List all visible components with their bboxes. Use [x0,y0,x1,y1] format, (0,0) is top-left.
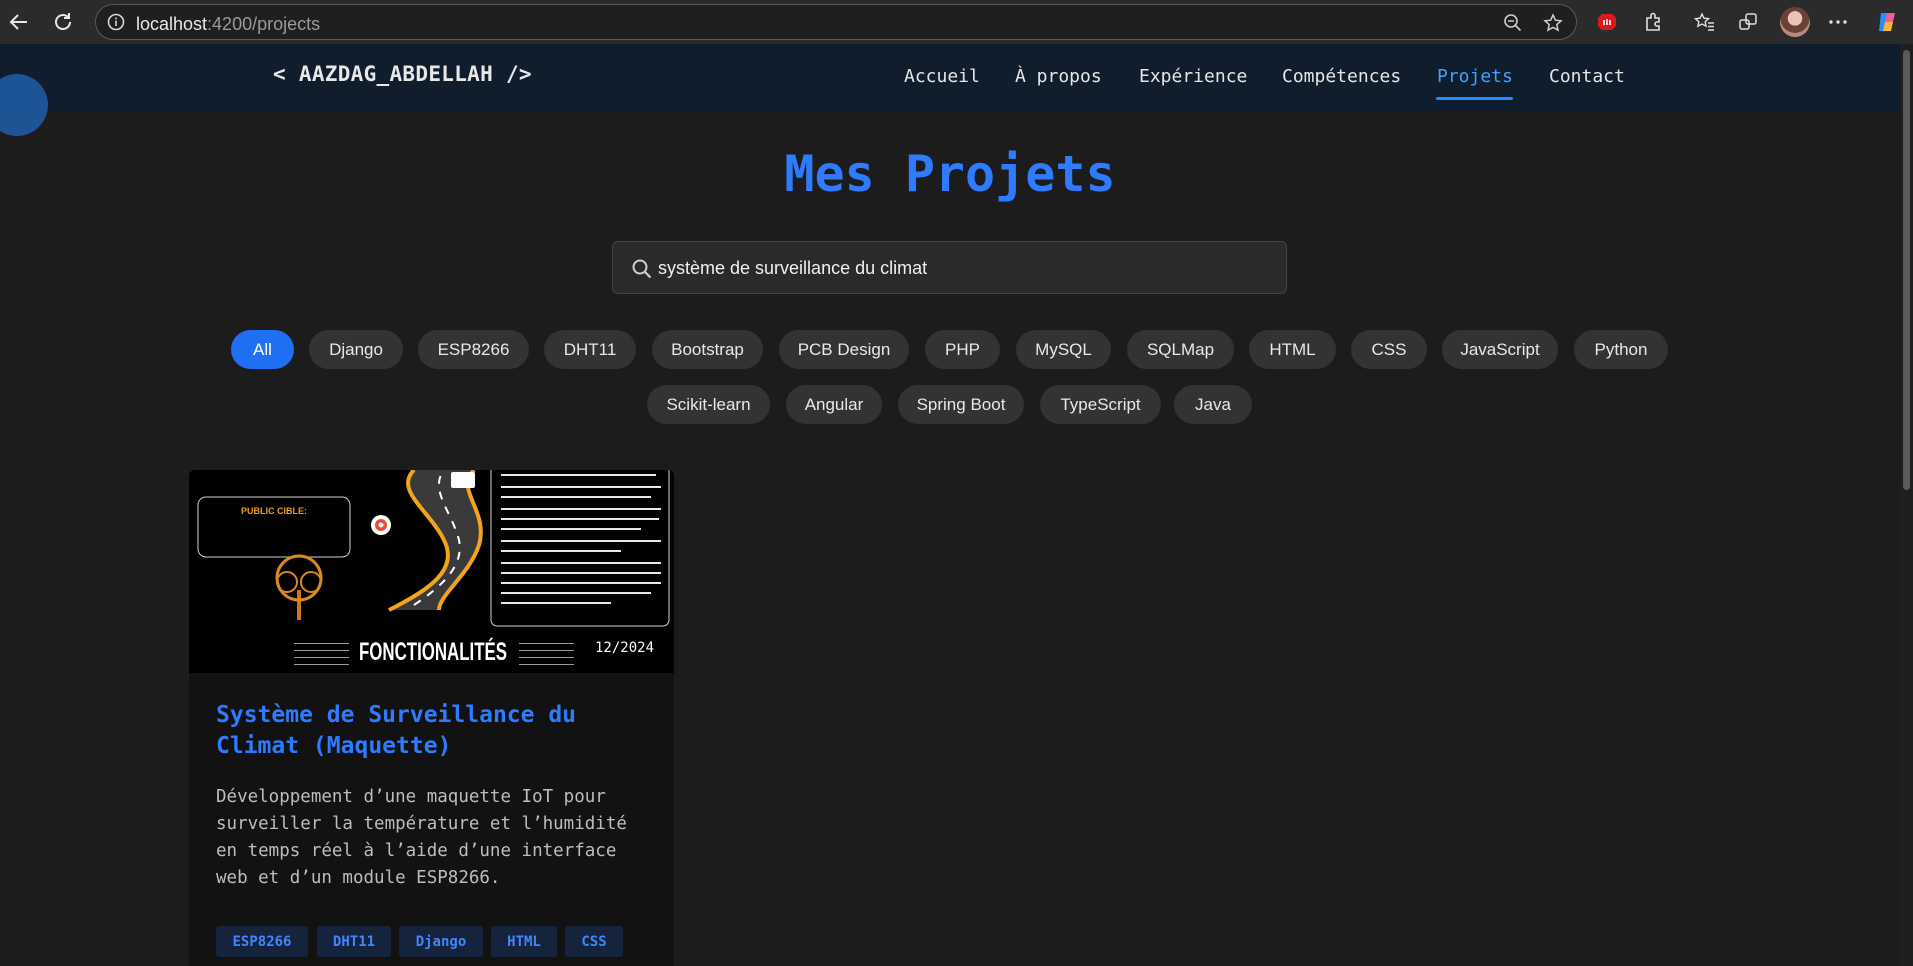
project-tag-django: Django [399,926,483,957]
image-date-label: 12/2024 [595,640,654,656]
filter-chip-mysql[interactable]: MySQL [1016,330,1111,369]
filter-chip-java[interactable]: Java [1174,385,1252,424]
nav-accueil[interactable]: Accueil [904,66,980,87]
nav-competences[interactable]: Compétences [1282,66,1401,87]
project-description: Développement d’une maquette IoT pour su… [216,787,627,888]
project-tag-dht11: DHT11 [317,926,391,957]
zoom-out-icon[interactable] [1502,12,1524,34]
site-logo[interactable]: < AAZDAG_ABDELLAH /> [273,62,532,86]
filter-chip-typescript[interactable]: TypeScript [1040,385,1161,424]
project-tag-css: CSS [565,926,623,957]
nav-a-propos[interactable]: À propos [1015,66,1102,87]
filter-chip-php[interactable]: PHP [925,330,1000,369]
back-icon[interactable] [5,8,33,36]
extensions-puzzle-icon[interactable] [1640,9,1666,35]
filter-chip-django[interactable]: Django [309,330,403,369]
search-input[interactable] [658,246,1268,290]
search-icon [631,258,653,280]
address-bar[interactable]: localhost:4200/projects [95,4,1577,40]
project-image-graphic: PUBLIC CIBLE: FONCTIONALITÉS 12/2024 [189,470,674,673]
favorite-star-icon[interactable] [1542,12,1564,34]
filter-chip-dht11[interactable]: DHT11 [544,330,636,369]
url-text: localhost:4200/projects [136,14,320,35]
site-info-icon[interactable] [106,12,126,32]
url-path: :4200/projects [207,14,321,34]
filter-chip-html[interactable]: HTML [1249,330,1336,369]
filter-chip-sqlmap[interactable]: SQLMap [1127,330,1234,369]
nav-projets[interactable]: Projets [1437,66,1513,87]
nav-experience[interactable]: Expérience [1139,66,1247,87]
filter-chip-esp8266[interactable]: ESP8266 [418,330,529,369]
project-title[interactable]: Système de Surveillance du Climat (Maque… [216,700,646,762]
project-tag-esp8266: ESP8266 [216,926,308,957]
scrollbar-thumb[interactable] [1903,50,1910,490]
decorative-blob [0,74,48,136]
project-card[interactable]: PUBLIC CIBLE: FONCTIONALITÉS 12/2024 Sys… [189,470,674,966]
url-host: localhost [136,14,208,34]
active-nav-indicator [1436,97,1513,100]
favorites-list-icon[interactable] [1692,9,1718,35]
nav-contact[interactable]: Contact [1549,66,1625,87]
filter-chip-bootstrap[interactable]: Bootstrap [652,330,763,369]
image-public-label: PUBLIC CIBLE: [241,506,307,516]
filter-chip-python[interactable]: Python [1574,330,1668,369]
filter-chip-scikit-learn[interactable]: Scikit-learn [647,385,770,424]
filter-chip-all[interactable]: All [231,330,294,369]
more-menu-icon[interactable] [1825,9,1851,35]
project-image: PUBLIC CIBLE: FONCTIONALITÉS 12/2024 [189,470,674,673]
project-tag-html: HTML [491,926,557,957]
search-box[interactable] [612,241,1287,294]
extension-adblock-icon[interactable] [1594,9,1620,35]
copilot-icon[interactable] [1874,9,1900,35]
page-scrollbar[interactable] [1900,44,1913,966]
filter-chip-spring-boot[interactable]: Spring Boot [898,385,1024,424]
image-section-label: FONCTIONALITÉS [359,637,507,666]
page-title: Mes Projets [784,145,1116,203]
profile-avatar[interactable] [1780,7,1810,37]
filter-chip-css[interactable]: CSS [1351,330,1427,369]
filter-chip-angular[interactable]: Angular [786,385,882,424]
reload-icon[interactable] [49,8,77,36]
browser-toolbar: localhost:4200/projects [0,0,1913,44]
collections-icon[interactable] [1735,9,1761,35]
filter-chip-pcb-design[interactable]: PCB Design [779,330,909,369]
filter-chip-javascript[interactable]: JavaScript [1442,330,1558,369]
